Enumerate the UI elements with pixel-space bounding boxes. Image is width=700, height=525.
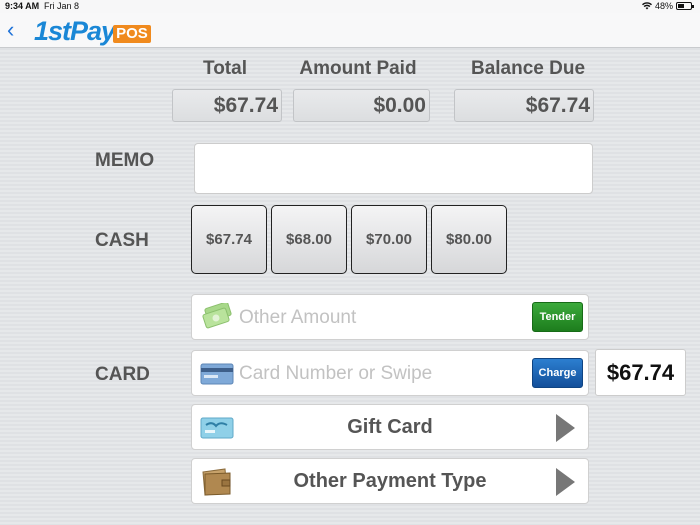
balance-due-value: $67.74 [454, 89, 594, 122]
cash-label: CASH [95, 230, 149, 251]
status-date: Fri Jan 8 [44, 1, 80, 11]
battery-fill [678, 4, 685, 8]
status-bar: 9:34 AM Fri Jan 8 48% [0, 0, 700, 13]
card-label: CARD [95, 364, 150, 385]
logo-badge: POS [113, 25, 151, 43]
credit-card-icon [200, 363, 234, 385]
memo-label: MEMO [95, 150, 155, 171]
card-row[interactable]: Card Number or Swipe Charge [191, 350, 589, 396]
tender-button[interactable]: Tender [532, 302, 583, 332]
cash-option-button[interactable]: $70.00 [351, 205, 427, 274]
amount-paid-label: Amount Paid [299, 58, 417, 79]
battery-percent: 48% [654, 1, 673, 11]
chevron-right-icon [556, 414, 575, 442]
cash-option-button[interactable]: $80.00 [431, 205, 507, 274]
cash-option-button[interactable]: $68.00 [271, 205, 347, 274]
logo-text: 1stPay [34, 16, 116, 46]
status-time: 9:34 AM [5, 1, 40, 11]
back-chevron-icon[interactable]: ‹ [7, 19, 14, 41]
card-number-input[interactable]: Card Number or Swipe [239, 363, 432, 385]
cash-option-button[interactable]: $67.74 [191, 205, 267, 274]
nav-bar: ‹ 1stPay POS [0, 13, 700, 48]
battery-icon [676, 2, 694, 10]
app-logo: 1stPay POS [34, 15, 151, 45]
gift-card-label: Gift Card [347, 416, 433, 438]
wifi-icon [641, 2, 652, 10]
chevron-right-icon [556, 468, 575, 496]
amount-paid-value: $0.00 [293, 89, 430, 122]
other-payment-row[interactable]: Other Payment Type [191, 458, 589, 504]
charge-amount: $67.74 [595, 349, 686, 396]
total-label: Total [203, 58, 247, 79]
memo-input[interactable] [194, 143, 593, 194]
total-value: $67.74 [172, 89, 282, 122]
charge-button[interactable]: Charge [532, 358, 583, 388]
other-payment-label: Other Payment Type [293, 470, 487, 492]
status-right: 48% [641, 1, 694, 11]
gift-card-row[interactable]: Gift Card [191, 404, 589, 450]
other-amount-row[interactable]: Other Amount Tender [191, 294, 589, 340]
money-stack-icon [202, 303, 232, 329]
other-amount-input[interactable]: Other Amount [239, 307, 356, 329]
balance-due-label: Balance Due [470, 58, 586, 79]
